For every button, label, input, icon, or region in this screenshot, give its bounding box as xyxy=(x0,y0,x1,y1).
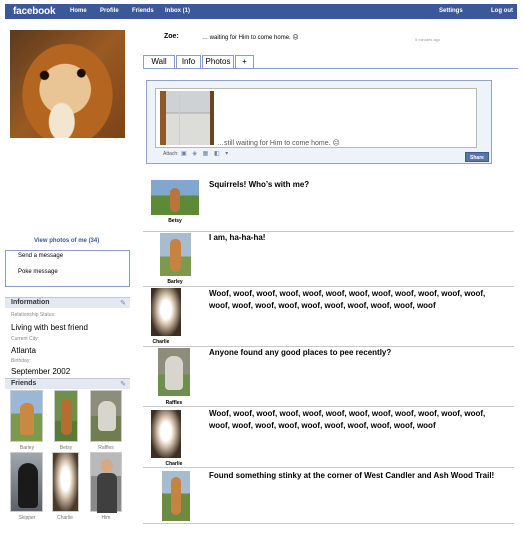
share-button[interactable]: Share xyxy=(465,152,489,162)
status-timestamp: 5 minutes ago xyxy=(415,37,441,42)
publisher-text: …still waiting for Him to come home. ☹ xyxy=(217,140,340,147)
friend-name[interactable]: Him xyxy=(91,515,121,521)
friend-thumbnail[interactable] xyxy=(54,390,78,442)
send-message-link[interactable]: Send a message xyxy=(18,253,63,259)
poke-message-link[interactable]: Poke message xyxy=(18,269,58,275)
post-author[interactable]: Charlie xyxy=(141,339,181,345)
relationship-label: Relationship Status: xyxy=(11,312,56,318)
publisher-box: …still waiting for Him to come home. ☹ A… xyxy=(146,80,492,164)
post-separator xyxy=(143,286,514,287)
friend-thumbnail[interactable] xyxy=(52,452,79,512)
friend-thumbnail[interactable] xyxy=(90,452,122,513)
edit-pencil-icon[interactable]: ✎ xyxy=(120,299,126,307)
friend-thumbnail[interactable] xyxy=(10,390,43,442)
tab-photos[interactable]: Photos xyxy=(202,55,234,69)
profile-picture[interactable] xyxy=(10,30,125,138)
status-author: Zoe: xyxy=(164,33,179,40)
nav-profile-link[interactable]: Profile xyxy=(100,6,119,16)
profile-actions-box: Send a message Poke message xyxy=(5,250,130,287)
friend-name[interactable]: Skipper xyxy=(12,515,42,521)
post-separator xyxy=(143,523,514,524)
information-title: Information xyxy=(11,299,50,306)
logout-link[interactable]: Log out xyxy=(491,6,513,16)
attach-label: Attach: xyxy=(163,151,179,157)
settings-link[interactable]: Settings xyxy=(439,6,463,16)
friend-thumbnail[interactable] xyxy=(90,390,122,442)
status-text: … waiting for Him to come home. ☹ xyxy=(202,35,299,41)
publisher-input[interactable]: …still waiting for Him to come home. ☹ xyxy=(155,88,477,148)
post-author[interactable]: Barley xyxy=(155,279,195,285)
post-avatar[interactable] xyxy=(151,410,181,458)
tab-info[interactable]: Info xyxy=(176,55,201,69)
nav-friends-link[interactable]: Friends xyxy=(132,6,154,16)
post-avatar[interactable] xyxy=(151,288,181,336)
friends-header: Friends ✎ xyxy=(5,378,130,389)
post-avatar[interactable] xyxy=(160,233,191,276)
birthday-value: September 2002 xyxy=(11,367,71,376)
attachment-icons[interactable]: ▣ ◈ ▦ ◧ ▾ xyxy=(181,150,230,157)
post-avatar[interactable] xyxy=(158,348,190,396)
post-text: Anyone found any good places to pee rece… xyxy=(209,348,392,357)
post-text: Found something stinky at the corner of … xyxy=(209,471,495,480)
post-text: Woof, woof, woof, woof, woof, woof, woof… xyxy=(209,289,486,310)
friend-name[interactable]: Charlie xyxy=(50,515,80,521)
post-text: I am, ha-ha-ha! xyxy=(209,233,266,242)
current-city-label: Current City: xyxy=(11,336,40,342)
post-avatar[interactable] xyxy=(162,471,190,521)
friend-name[interactable]: Raffles xyxy=(91,445,121,451)
post-text: Woof, woof, woof, woof, woof, woof, woof… xyxy=(209,409,486,430)
friends-title[interactable]: Friends xyxy=(11,380,36,387)
post-text: Squirrels! Who’s with me? xyxy=(209,180,310,189)
current-city-value: Atlanta xyxy=(11,346,36,355)
post-author[interactable]: Betsy xyxy=(155,218,195,224)
friend-name[interactable]: Betsy xyxy=(51,445,81,451)
information-header: Information ✎ xyxy=(5,297,130,308)
top-navigation-bar: facebook Home Profile Friends Inbox (1) … xyxy=(5,4,517,19)
relationship-value: Living with best friend xyxy=(11,323,88,332)
tab-wall[interactable]: Wall xyxy=(143,55,175,69)
birthday-label: Birthday: xyxy=(11,358,31,364)
facebook-logo[interactable]: facebook xyxy=(13,4,56,19)
nav-home-link[interactable]: Home xyxy=(70,6,87,16)
friend-thumbnail[interactable] xyxy=(10,452,43,512)
nav-inbox-link[interactable]: Inbox (1) xyxy=(165,6,190,16)
view-photos-link[interactable]: View photos of me (34) xyxy=(34,238,99,244)
post-separator xyxy=(143,467,514,468)
tab-add[interactable]: + xyxy=(235,55,254,69)
post-separator xyxy=(143,406,514,407)
post-avatar[interactable] xyxy=(151,180,199,215)
friend-name[interactable]: Barley xyxy=(12,445,42,451)
edit-pencil-icon[interactable]: ✎ xyxy=(120,380,126,388)
attached-photo[interactable] xyxy=(160,91,214,145)
